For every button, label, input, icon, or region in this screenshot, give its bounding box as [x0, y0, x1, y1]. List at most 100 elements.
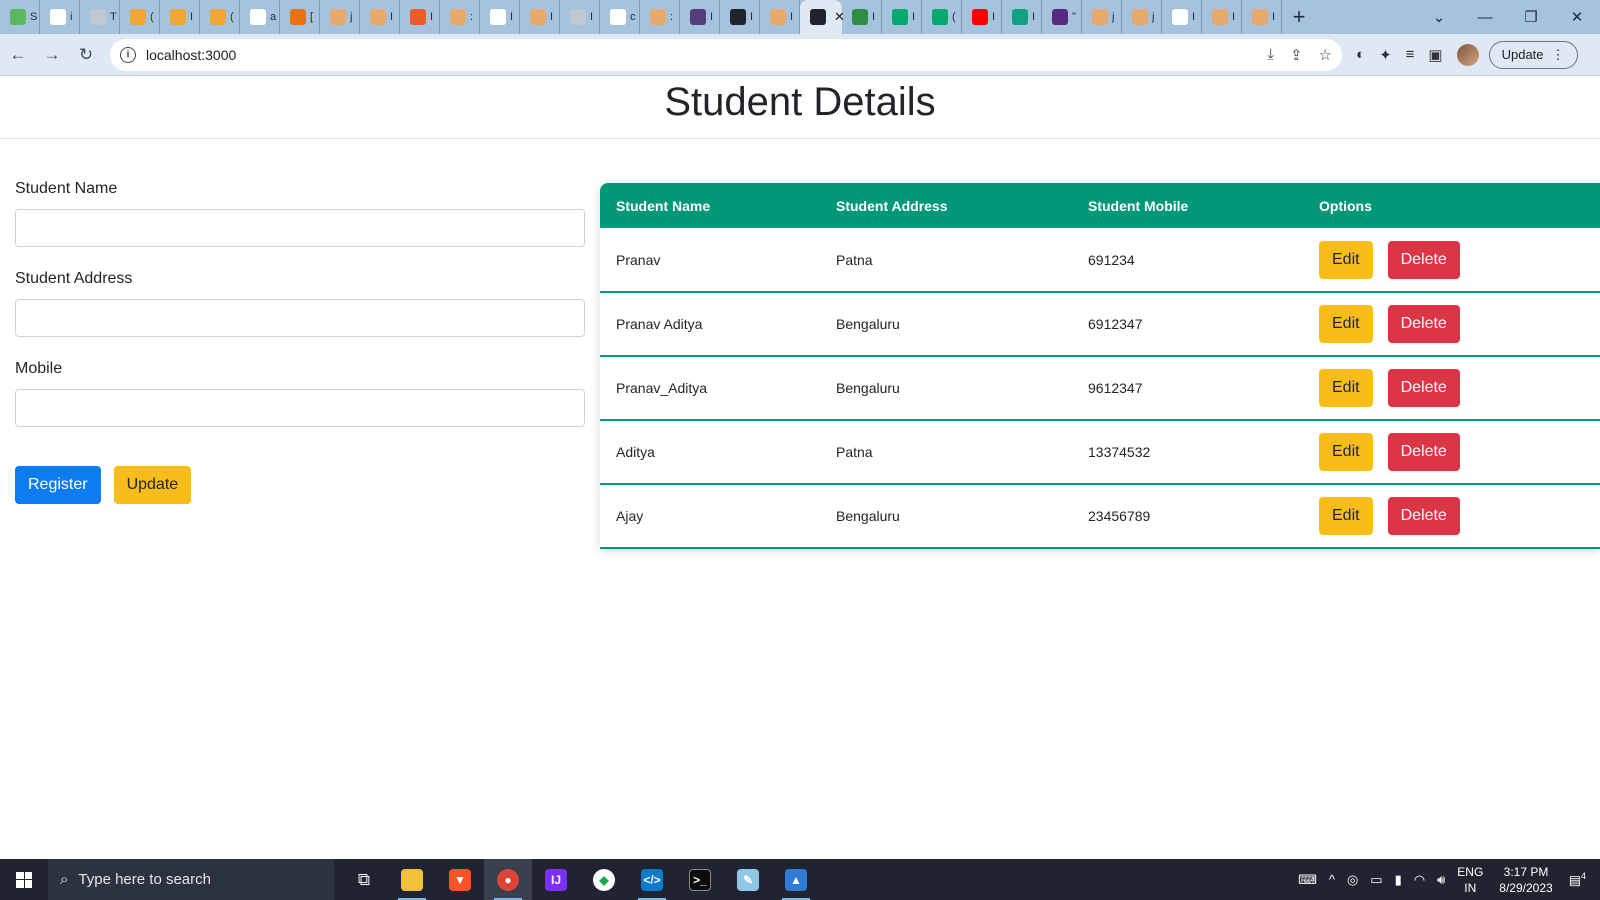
delete-button[interactable]: Delete: [1387, 305, 1460, 343]
delete-button[interactable]: Delete: [1387, 240, 1460, 279]
chrome-icon[interactable]: ●: [484, 859, 532, 900]
header-student-mobile: Student Mobile: [1088, 197, 1189, 214]
browser-tab[interactable]: I: [720, 0, 760, 34]
browser-tab[interactable]: I: [1162, 0, 1202, 34]
browser-tab[interactable]: I: [962, 0, 1002, 34]
register-button[interactable]: Register: [15, 466, 101, 504]
edit-button[interactable]: Edit: [1319, 240, 1373, 279]
display-icon[interactable]: ▭: [1370, 872, 1382, 888]
forward-icon[interactable]: →: [36, 39, 68, 71]
taskbar-clock[interactable]: 3:17 PM 8/29/2023: [1499, 864, 1552, 896]
browser-tab[interactable]: :: [440, 0, 480, 34]
browser-tab[interactable]: I: [842, 0, 882, 34]
browser-tab-title: I: [750, 11, 754, 23]
cell-options: Edit Delete: [1303, 228, 1600, 292]
browser-tab[interactable]: :: [640, 0, 680, 34]
battery-icon[interactable]: ▮: [1395, 872, 1402, 888]
keyboard-icon[interactable]: ⌨: [1298, 872, 1317, 888]
browser-tab[interactable]: I: [680, 0, 720, 34]
browser-tab[interactable]: (: [922, 0, 962, 34]
browser-tab-title: (: [230, 11, 234, 23]
browser-tab-title: I: [550, 11, 554, 23]
browser-tab[interactable]: I: [400, 0, 440, 34]
browser-tab[interactable]: j: [1122, 0, 1162, 34]
taskbar-search[interactable]: ⌕ Type here to search: [48, 859, 334, 900]
browser-tab[interactable]: I: [520, 0, 560, 34]
browser-tab[interactable]: I: [760, 0, 800, 34]
browser-tab[interactable]: S: [0, 0, 40, 34]
media-queue-icon[interactable]: ≡: [1406, 46, 1415, 63]
browser-tab[interactable]: I: [882, 0, 922, 34]
browser-update-button[interactable]: Update ⋮: [1488, 40, 1578, 69]
w-icon: [932, 9, 948, 25]
browser-tab[interactable]: I: [160, 0, 200, 34]
delete-button[interactable]: Delete: [1387, 369, 1460, 407]
delete-button[interactable]: Delete: [1387, 433, 1460, 471]
mobile-input[interactable]: [15, 389, 585, 427]
url-text[interactable]: localhost:3000: [146, 47, 236, 63]
address-bar[interactable]: i localhost:3000 ⤓ ⇪ ☆: [110, 38, 1342, 71]
wifi-icon[interactable]: ◠: [1414, 872, 1425, 888]
edit-button[interactable]: Edit: [1319, 369, 1373, 407]
share-icon[interactable]: ⇪: [1290, 46, 1303, 64]
install-icon[interactable]: ⤓: [1267, 46, 1274, 64]
system-tray: ⌨ ^ ◎ ▭ ▮ ◠ 🔊︎ ENG IN 3:17 PM 8/29/2023 …: [1292, 859, 1600, 900]
browser-tab[interactable]: T: [80, 0, 120, 34]
file-explorer-icon[interactable]: [388, 859, 436, 900]
brave-browser-icon[interactable]: ▼: [436, 859, 484, 900]
notification-center-icon[interactable]: ▤4: [1569, 871, 1586, 888]
browser-tab[interactable]: ": [1042, 0, 1082, 34]
browser-tab-title: c: [630, 11, 636, 23]
close-window-icon[interactable]: ✕: [1554, 8, 1600, 26]
tab-search-icon[interactable]: ⌄: [1416, 8, 1462, 26]
edit-button[interactable]: Edit: [1319, 305, 1373, 343]
browser-tab[interactable]: I: [1202, 0, 1242, 34]
site-info-icon[interactable]: i: [120, 46, 136, 63]
language-indicator[interactable]: ENG IN: [1457, 864, 1483, 896]
reload-icon[interactable]: ↻: [70, 39, 102, 71]
browser-tab-active[interactable]: R✕: [800, 0, 845, 34]
bookmark-star-icon[interactable]: ☆: [1319, 46, 1332, 64]
student-form: Student Name Student Address Mobile Regi…: [15, 180, 585, 504]
volume-icon[interactable]: 🔊︎: [1437, 872, 1445, 888]
browser-tab[interactable]: [: [280, 0, 320, 34]
delete-button[interactable]: Delete: [1387, 497, 1460, 535]
update-button[interactable]: Update: [113, 466, 192, 504]
intellij-icon[interactable]: IJ: [532, 859, 580, 900]
meet-now-icon[interactable]: ◎: [1347, 872, 1358, 888]
browser-tab[interactable]: j: [320, 0, 360, 34]
browser-tab[interactable]: (: [120, 0, 160, 34]
start-button[interactable]: [0, 859, 48, 900]
new-tab-icon[interactable]: +: [1282, 0, 1316, 34]
notepad-icon[interactable]: ✎: [724, 859, 772, 900]
browser-tab[interactable]: I: [480, 0, 520, 34]
student-name-input[interactable]: [15, 209, 585, 247]
browser-tab[interactable]: a: [240, 0, 280, 34]
browser-tab[interactable]: i: [40, 0, 80, 34]
minimize-icon[interactable]: —: [1462, 9, 1508, 26]
mongodb-compass-icon[interactable]: ◆: [580, 859, 628, 900]
edit-button[interactable]: Edit: [1319, 433, 1373, 471]
browser-tab[interactable]: I: [360, 0, 400, 34]
profile-avatar[interactable]: [1456, 43, 1479, 66]
photos-icon[interactable]: ▲: [772, 859, 820, 900]
show-hidden-icons-icon[interactable]: ^: [1329, 872, 1335, 887]
browser-tab[interactable]: I: [1242, 0, 1282, 34]
side-panel-icon[interactable]: ▣: [1428, 46, 1442, 64]
browser-tab[interactable]: I: [1002, 0, 1042, 34]
browser-tab[interactable]: c: [600, 0, 640, 34]
terminal-icon[interactable]: >_: [676, 859, 724, 900]
vscode-icon[interactable]: </>: [628, 859, 676, 900]
browser-tab[interactable]: j: [1082, 0, 1122, 34]
back-icon[interactable]: ←: [2, 39, 34, 71]
browser-tab[interactable]: I: [560, 0, 600, 34]
restore-icon[interactable]: ❐: [1508, 8, 1554, 26]
browser-tab-title: ": [1072, 11, 1076, 23]
extensions-puzzle-icon[interactable]: ✦: [1379, 46, 1392, 64]
student-address-input[interactable]: [15, 299, 585, 337]
cell-student-address: Bengaluru: [836, 508, 900, 524]
browser-tab[interactable]: (: [200, 0, 240, 34]
extension-icon[interactable]: ◐: [1356, 46, 1365, 63]
task-view-icon[interactable]: ⧉: [340, 859, 388, 900]
edit-button[interactable]: Edit: [1319, 497, 1373, 535]
